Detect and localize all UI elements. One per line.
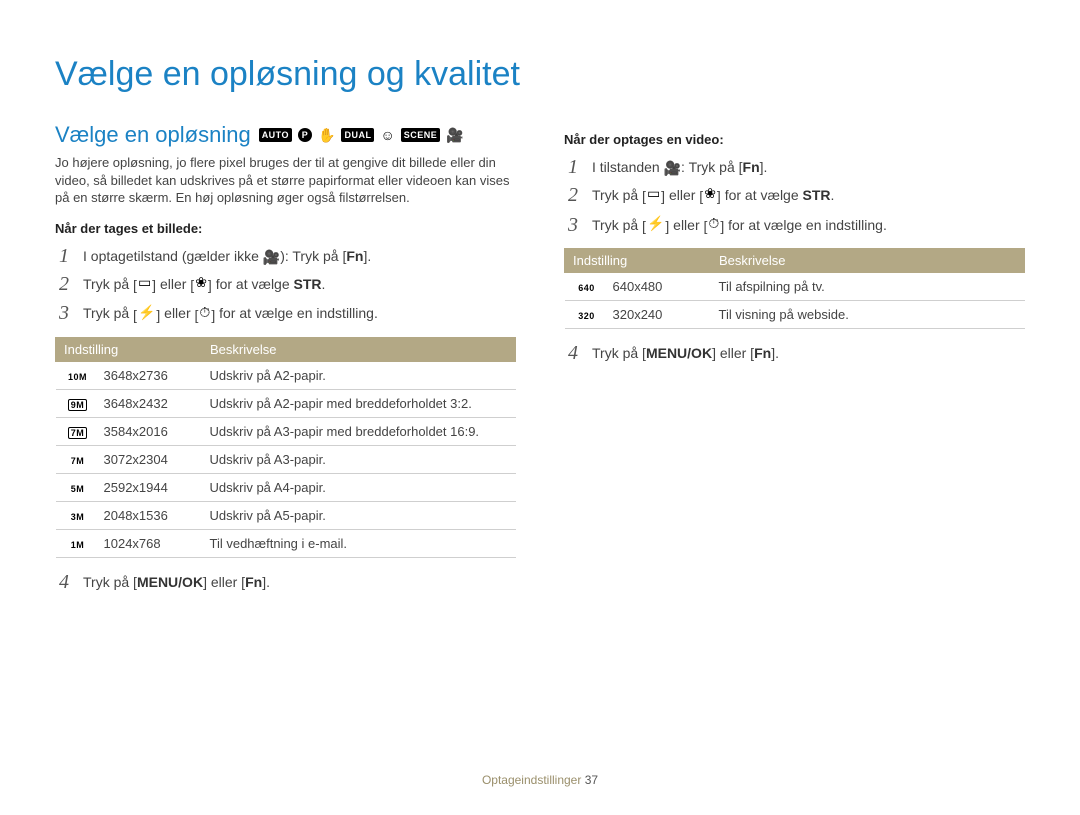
right-steps-cont: Tryk på [MENU/OK] eller [Fn]. xyxy=(564,339,1025,367)
right-steps: I tilstanden 🎥: Tryk på [Fn]. Tryk på ▭ … xyxy=(564,153,1025,240)
right-step-1: I tilstanden 🎥: Tryk på [Fn]. xyxy=(564,153,1025,181)
flash-icon: ⚡ xyxy=(138,305,155,325)
left-steps-cont: Tryk på [MENU/OK] eller [Fn]. xyxy=(55,568,516,596)
left-steps: I optagetilstand (gælder ikke 🎥): Tryk p… xyxy=(55,242,516,329)
display-icon: ▭ xyxy=(138,275,151,295)
right-column: Når der optages en video: I tilstanden 🎥… xyxy=(564,122,1025,604)
table-row: 9M 3648x2432 Udskriv på A2-papir med bre… xyxy=(56,389,516,417)
left-subhead: Når der tages et billede: xyxy=(55,221,516,236)
section-heading-row: Vælge en opløsning AUTO P ✋ DUAL ☺ SCENE… xyxy=(55,122,516,148)
res-5m-icon: 5M xyxy=(71,484,85,494)
intro-paragraph: Jo højere opløsning, jo flere pixel brug… xyxy=(55,154,516,207)
res-3m-icon: 3M xyxy=(71,512,85,522)
video-icon: 🎥 xyxy=(664,161,681,175)
right-step-3: Tryk på ⚡ eller ⏱ for at vælge en indsti… xyxy=(564,211,1025,240)
timer-icon: ⏱ xyxy=(708,216,719,236)
res-1m-icon: 1M xyxy=(71,540,85,550)
content-columns: Vælge en opløsning AUTO P ✋ DUAL ☺ SCENE… xyxy=(55,122,1025,604)
macro-icon: ❀ xyxy=(704,186,716,206)
photo-resolution-table: Indstilling Beskrivelse 10M 3648x2736 Ud… xyxy=(55,337,516,558)
display-icon: ▭ xyxy=(647,186,660,206)
left-step-3: Tryk på ⚡ eller ⏱ for at vælge en indsti… xyxy=(55,299,516,328)
table-row: 5M 2592x1944 Udskriv på A4-papir. xyxy=(56,473,516,501)
left-step-4: Tryk på [MENU/OK] eller [Fn]. xyxy=(55,568,516,596)
res-9m-icon: 9M xyxy=(68,399,88,411)
footer-page-number: 37 xyxy=(585,773,598,787)
mode-auto-icon: AUTO xyxy=(259,128,292,142)
video-icon: 🎥 xyxy=(446,128,463,142)
macro-icon: ❀ xyxy=(195,275,207,295)
left-step-2: Tryk på ▭ eller ❀ for at vælge STR. xyxy=(55,270,516,299)
page-title: Vælge en opløsning og kvalitet xyxy=(55,55,1025,94)
res-7m-icon: 7M xyxy=(71,456,85,466)
table-header-setting: Indstilling xyxy=(565,249,711,273)
table-row: 320 320x240 Til visning på webside. xyxy=(565,301,1025,329)
table-header-setting: Indstilling xyxy=(56,337,202,361)
table-header-description: Beskrivelse xyxy=(711,249,1025,273)
table-row: 7M 3072x2304 Udskriv på A3-papir. xyxy=(56,445,516,473)
res-10m-icon: 10M xyxy=(68,372,87,382)
table-row: 3M 2048x1536 Udskriv på A5-papir. xyxy=(56,501,516,529)
right-step-4: Tryk på [MENU/OK] eller [Fn]. xyxy=(564,339,1025,367)
res-640-icon: 640 xyxy=(578,283,595,293)
res-7m-wide-icon: 7M xyxy=(68,427,88,439)
hand-icon: ✋ xyxy=(318,128,335,142)
table-row: 10M 3648x2736 Udskriv på A2-papir. xyxy=(56,361,516,389)
left-step-1: I optagetilstand (gælder ikke 🎥): Tryk p… xyxy=(55,242,516,270)
mode-p-icon: P xyxy=(298,128,312,142)
table-header-description: Beskrivelse xyxy=(202,337,516,361)
manual-page: Vælge en opløsning og kvalitet Vælge en … xyxy=(0,0,1080,815)
page-footer: Optageindstillinger 37 xyxy=(0,773,1080,787)
right-subhead: Når der optages en video: xyxy=(564,132,1025,147)
mode-dual-icon: DUAL xyxy=(341,128,374,142)
table-row: 7M 3584x2016 Udskriv på A3-papir med bre… xyxy=(56,417,516,445)
section-title: Vælge en opløsning xyxy=(55,122,251,148)
left-column: Vælge en opløsning AUTO P ✋ DUAL ☺ SCENE… xyxy=(55,122,516,604)
video-icon: 🎥 xyxy=(263,250,280,264)
table-row: 640 640x480 Til afspilning på tv. xyxy=(565,273,1025,301)
table-row: 1M 1024x768 Til vedhæftning i e-mail. xyxy=(56,529,516,557)
res-320-icon: 320 xyxy=(578,311,595,321)
face-icon: ☺ xyxy=(380,128,394,142)
footer-section: Optageindstillinger xyxy=(482,773,581,787)
mode-icons: AUTO P ✋ DUAL ☺ SCENE 🎥 xyxy=(259,128,464,142)
mode-scene-icon: SCENE xyxy=(401,128,441,142)
timer-icon: ⏱ xyxy=(199,305,210,325)
flash-icon: ⚡ xyxy=(647,216,664,236)
right-step-2: Tryk på ▭ eller ❀ for at vælge STR. xyxy=(564,181,1025,210)
video-resolution-table: Indstilling Beskrivelse 640 640x480 Til … xyxy=(564,248,1025,329)
